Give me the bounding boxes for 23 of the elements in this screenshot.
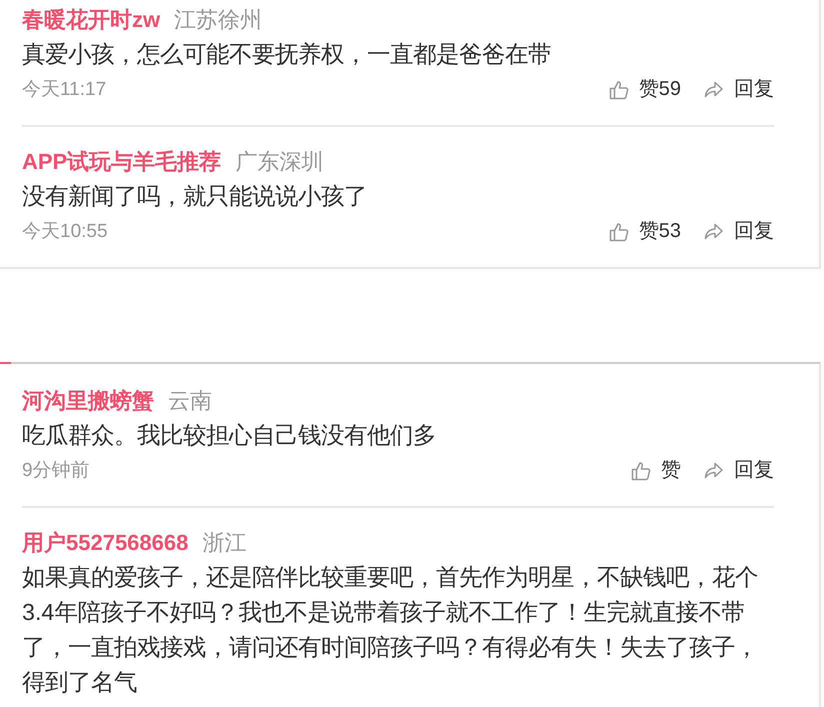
location: 广东深圳 (235, 148, 324, 176)
like-link[interactable]: 赞53 (638, 214, 681, 249)
thumbs-up-icon[interactable] (608, 222, 629, 242)
timestamp: 今天11:17 (22, 78, 106, 102)
location: 浙江 (202, 529, 246, 557)
reply-link[interactable]: 回复 (734, 453, 774, 488)
comment-text: 如果真的爱孩子，还是陪伴比较重要吧，首先作为明星，不缺钱吧，花个3.4年陪孩子不好吗？我也不是说带着孩子就不工作了！生完就直接不带了，一直拍戏接戏，请问还有时间陪孩子吗？有得必有失！失去了孩子，得到了名气 (22, 563, 759, 697)
share-arrow-icon[interactable] (704, 222, 724, 242)
timestamp: 今天10:55 (22, 220, 108, 244)
share-arrow-icon[interactable] (704, 80, 724, 100)
reply-link[interactable]: 回复 (734, 72, 774, 107)
location: 云南 (168, 387, 212, 415)
like-link[interactable]: 赞59 (638, 72, 681, 107)
comment-text: 真爱小孩，怎么可能不要抚养权，一直都是爸爸在带 (22, 40, 552, 69)
thumbs-up-icon[interactable] (631, 460, 651, 480)
reply-link[interactable]: 回复 (734, 214, 774, 249)
share-arrow-icon[interactable] (704, 460, 724, 480)
comment-text: 吃瓜群众。我比较担心自己钱没有他们多 (22, 421, 437, 450)
comment-text: 没有新闻了吗，就只能说说小孩了 (22, 182, 368, 211)
timestamp: 9分钟前 (22, 459, 90, 483)
like-link[interactable]: 赞 (661, 453, 681, 488)
location: 江苏徐州 (174, 6, 262, 34)
thumbs-up-icon[interactable] (608, 80, 629, 100)
